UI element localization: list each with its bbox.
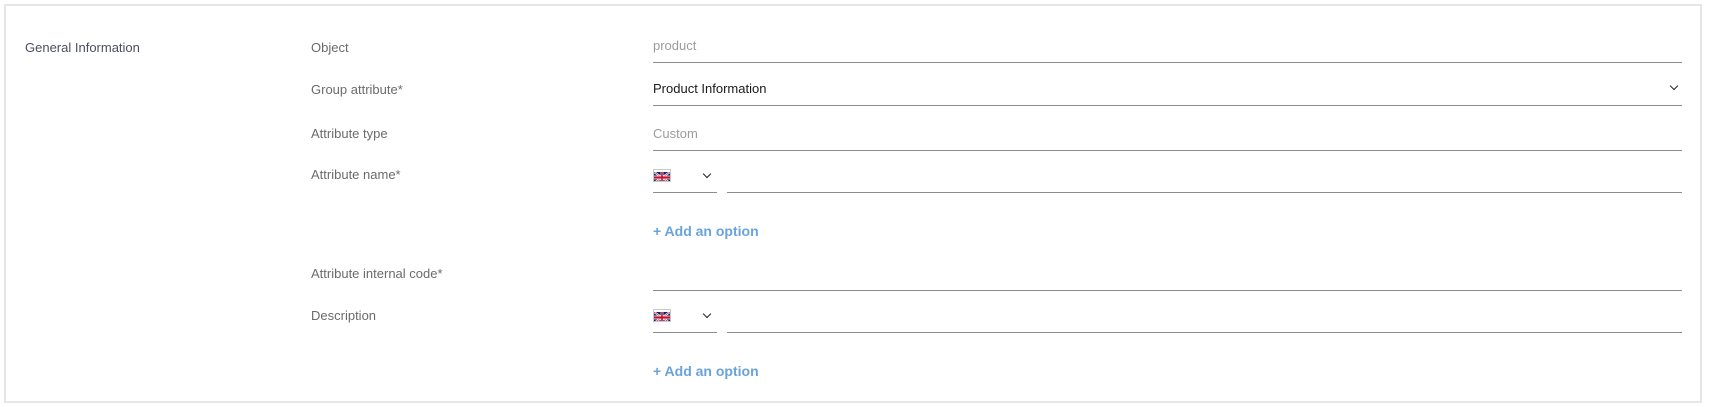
- attribute-internal-code-input[interactable]: [653, 254, 1682, 291]
- attribute-type-value: Custom: [653, 126, 698, 141]
- description-input[interactable]: [727, 296, 1682, 333]
- uk-flag-icon: [653, 309, 671, 322]
- object-value: product: [653, 38, 697, 53]
- description-language-select[interactable]: [653, 296, 717, 333]
- attribute-type-field: Custom: [653, 114, 1682, 151]
- group-attribute-label: Group attribute*: [311, 82, 403, 97]
- chevron-down-icon: [702, 309, 712, 319]
- attribute-internal-code-label: Attribute internal code*: [311, 266, 443, 281]
- attribute-name-label: Attribute name*: [311, 167, 401, 182]
- attribute-name-input[interactable]: [727, 156, 1682, 193]
- object-label: Object: [311, 40, 349, 55]
- group-attribute-select[interactable]: Product Information: [653, 70, 1682, 106]
- section-title: General Information: [25, 40, 140, 55]
- attribute-name-language-select[interactable]: [653, 156, 717, 193]
- uk-flag-icon: [653, 169, 671, 182]
- add-option-description-link[interactable]: + Add an option: [653, 363, 759, 379]
- chevron-down-icon: [1669, 81, 1679, 91]
- general-information-card: General Information Object product Group…: [4, 4, 1702, 403]
- description-label: Description: [311, 308, 377, 323]
- object-field: product: [653, 28, 1682, 63]
- group-attribute-value: Product Information: [653, 81, 767, 96]
- attribute-type-label: Attribute type: [311, 126, 388, 141]
- add-option-name-link[interactable]: + Add an option: [653, 223, 759, 239]
- chevron-down-icon: [702, 169, 712, 179]
